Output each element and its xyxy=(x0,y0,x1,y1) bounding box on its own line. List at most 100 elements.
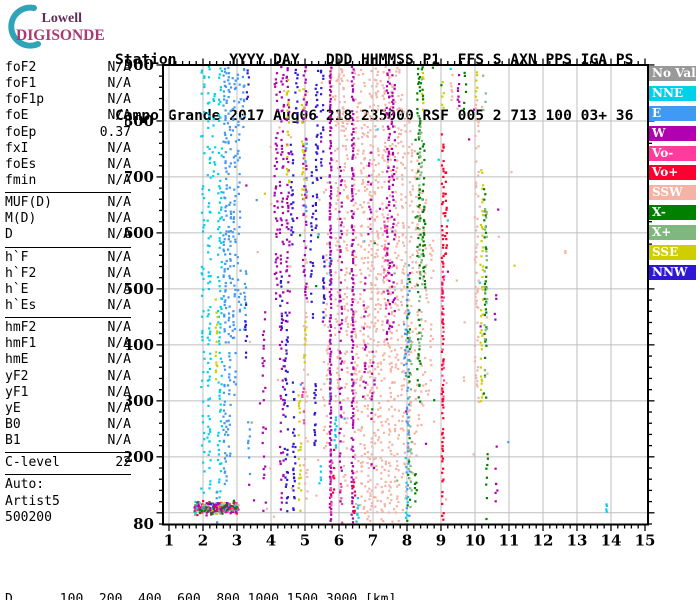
param-row: foEsN/A xyxy=(5,157,131,173)
param-label: foF1p xyxy=(5,92,44,108)
param-label: h`E xyxy=(5,282,28,298)
auto-info-row: Artist5 xyxy=(5,494,131,510)
legend-label: SSE xyxy=(652,245,678,259)
svg-text:2: 2 xyxy=(198,532,208,550)
param-row: h`FN/A xyxy=(5,250,131,266)
param-row: MUF(D)N/A xyxy=(5,195,131,211)
param-row: M(D)N/A xyxy=(5,211,131,227)
param-label: foF2 xyxy=(5,60,36,76)
svg-text:1: 1 xyxy=(164,532,174,550)
param-label: C-level xyxy=(5,455,60,471)
param-label: MUF(D) xyxy=(5,195,52,211)
param-label: h`F xyxy=(5,250,28,266)
legend-label: Vo+ xyxy=(652,165,678,179)
param-label: fxI xyxy=(5,141,28,157)
param-label: fmin xyxy=(5,173,36,189)
param-row: h`EN/A xyxy=(5,282,131,298)
divider xyxy=(5,192,131,193)
param-row: foF1pN/A xyxy=(5,92,131,108)
param-row: yF1N/A xyxy=(5,385,131,401)
divider xyxy=(5,452,131,453)
legend-item: NNW xyxy=(649,265,696,280)
legend-item: W xyxy=(649,126,696,141)
bottom-readout: D 100 200 400 600 800 1000 1500 3000 [km… xyxy=(5,555,700,600)
svg-text:4: 4 xyxy=(266,532,276,550)
param-label: hmF1 xyxy=(5,336,36,352)
ionogram-chart: 9008007006005004003002008012345678910111… xyxy=(125,50,655,555)
ionogram-plot: 9008007006005004003002008012345678910111… xyxy=(125,50,655,555)
svg-text:5: 5 xyxy=(300,532,310,550)
param-label: M(D) xyxy=(5,211,36,227)
ionogram-window: Lowell DIGISONDE Station YYYY DAY DDD HH… xyxy=(0,0,700,600)
legend-label: No Val xyxy=(652,66,696,80)
param-label: foEp xyxy=(5,125,36,141)
legend-label: NNE xyxy=(652,86,683,100)
legend-item: Vo+ xyxy=(649,165,696,180)
param-label: yF2 xyxy=(5,369,28,385)
legend-label: NNW xyxy=(652,265,687,279)
param-label: foF1 xyxy=(5,76,36,92)
param-row: foEN/A xyxy=(5,108,131,124)
legend-item: SSE xyxy=(649,245,696,260)
svg-text:500: 500 xyxy=(125,280,154,298)
legend-item: Vo- xyxy=(649,146,696,161)
param-label: yF1 xyxy=(5,385,28,401)
param-row: fxIN/A xyxy=(5,141,131,157)
svg-text:6: 6 xyxy=(334,532,344,550)
param-row: hmF2N/A xyxy=(5,320,131,336)
param-row: h`F2N/A xyxy=(5,266,131,282)
param-row: fminN/A xyxy=(5,173,131,189)
svg-text:800: 800 xyxy=(125,112,154,130)
svg-text:200: 200 xyxy=(125,448,154,466)
parameter-panel: foF2N/AfoF1N/AfoF1pN/AfoEN/AfoEp0.37fxIN… xyxy=(5,60,131,526)
svg-text:11: 11 xyxy=(499,532,520,550)
divider xyxy=(5,247,131,248)
direction-legend: No Val NNE EW Vo- Vo+ SSW X- X+ SSE NNW xyxy=(649,66,696,285)
legend-item: SSW xyxy=(649,185,696,200)
param-label: hmF2 xyxy=(5,320,36,336)
svg-text:700: 700 xyxy=(125,168,154,186)
auto-info-label: 500200 xyxy=(5,510,52,526)
svg-text:9: 9 xyxy=(436,532,446,550)
param-row: DN/A xyxy=(5,227,131,243)
svg-text:7: 7 xyxy=(368,532,378,550)
param-row: yEN/A xyxy=(5,401,131,417)
svg-text:3: 3 xyxy=(232,532,242,550)
param-label: hmE xyxy=(5,352,28,368)
auto-info-row: Auto: xyxy=(5,477,131,493)
legend-label: X- xyxy=(652,205,666,219)
svg-text:8: 8 xyxy=(402,532,412,550)
svg-text:13: 13 xyxy=(567,532,588,550)
param-label: foEs xyxy=(5,157,36,173)
param-label: D xyxy=(5,227,13,243)
legend-label: X+ xyxy=(652,225,671,239)
svg-text:400: 400 xyxy=(125,336,154,354)
legend-label: Vo- xyxy=(652,146,673,160)
legend-label: SSW xyxy=(652,185,683,199)
legend-label: E xyxy=(652,106,661,120)
auto-info-label: Artist5 xyxy=(5,494,60,510)
svg-text:80: 80 xyxy=(133,515,154,533)
auto-info-label: Auto: xyxy=(5,477,44,493)
svg-text:15: 15 xyxy=(635,532,655,550)
param-label: h`F2 xyxy=(5,266,36,282)
param-row: B0N/A xyxy=(5,417,131,433)
param-label: B1 xyxy=(5,433,21,449)
param-label: B0 xyxy=(5,417,21,433)
param-row: yF2N/A xyxy=(5,369,131,385)
svg-text:14: 14 xyxy=(601,532,622,550)
logo: Lowell DIGISONDE xyxy=(4,4,114,52)
param-row: h`EsN/A xyxy=(5,298,131,314)
param-row: foF2N/A xyxy=(5,60,131,76)
logo-lowell-text: Lowell xyxy=(42,11,83,26)
param-row: foEp0.37 xyxy=(5,125,131,141)
svg-text:300: 300 xyxy=(125,392,154,410)
legend-item: X- xyxy=(649,205,696,220)
divider xyxy=(5,317,131,318)
svg-text:12: 12 xyxy=(533,532,554,550)
param-label: h`Es xyxy=(5,298,36,314)
legend-label: W xyxy=(652,126,665,140)
auto-info-row: 500200 xyxy=(5,510,131,526)
param-row: B1N/A xyxy=(5,433,131,449)
d-scale-row: D 100 200 400 600 800 1000 1500 3000 [km… xyxy=(5,593,700,600)
